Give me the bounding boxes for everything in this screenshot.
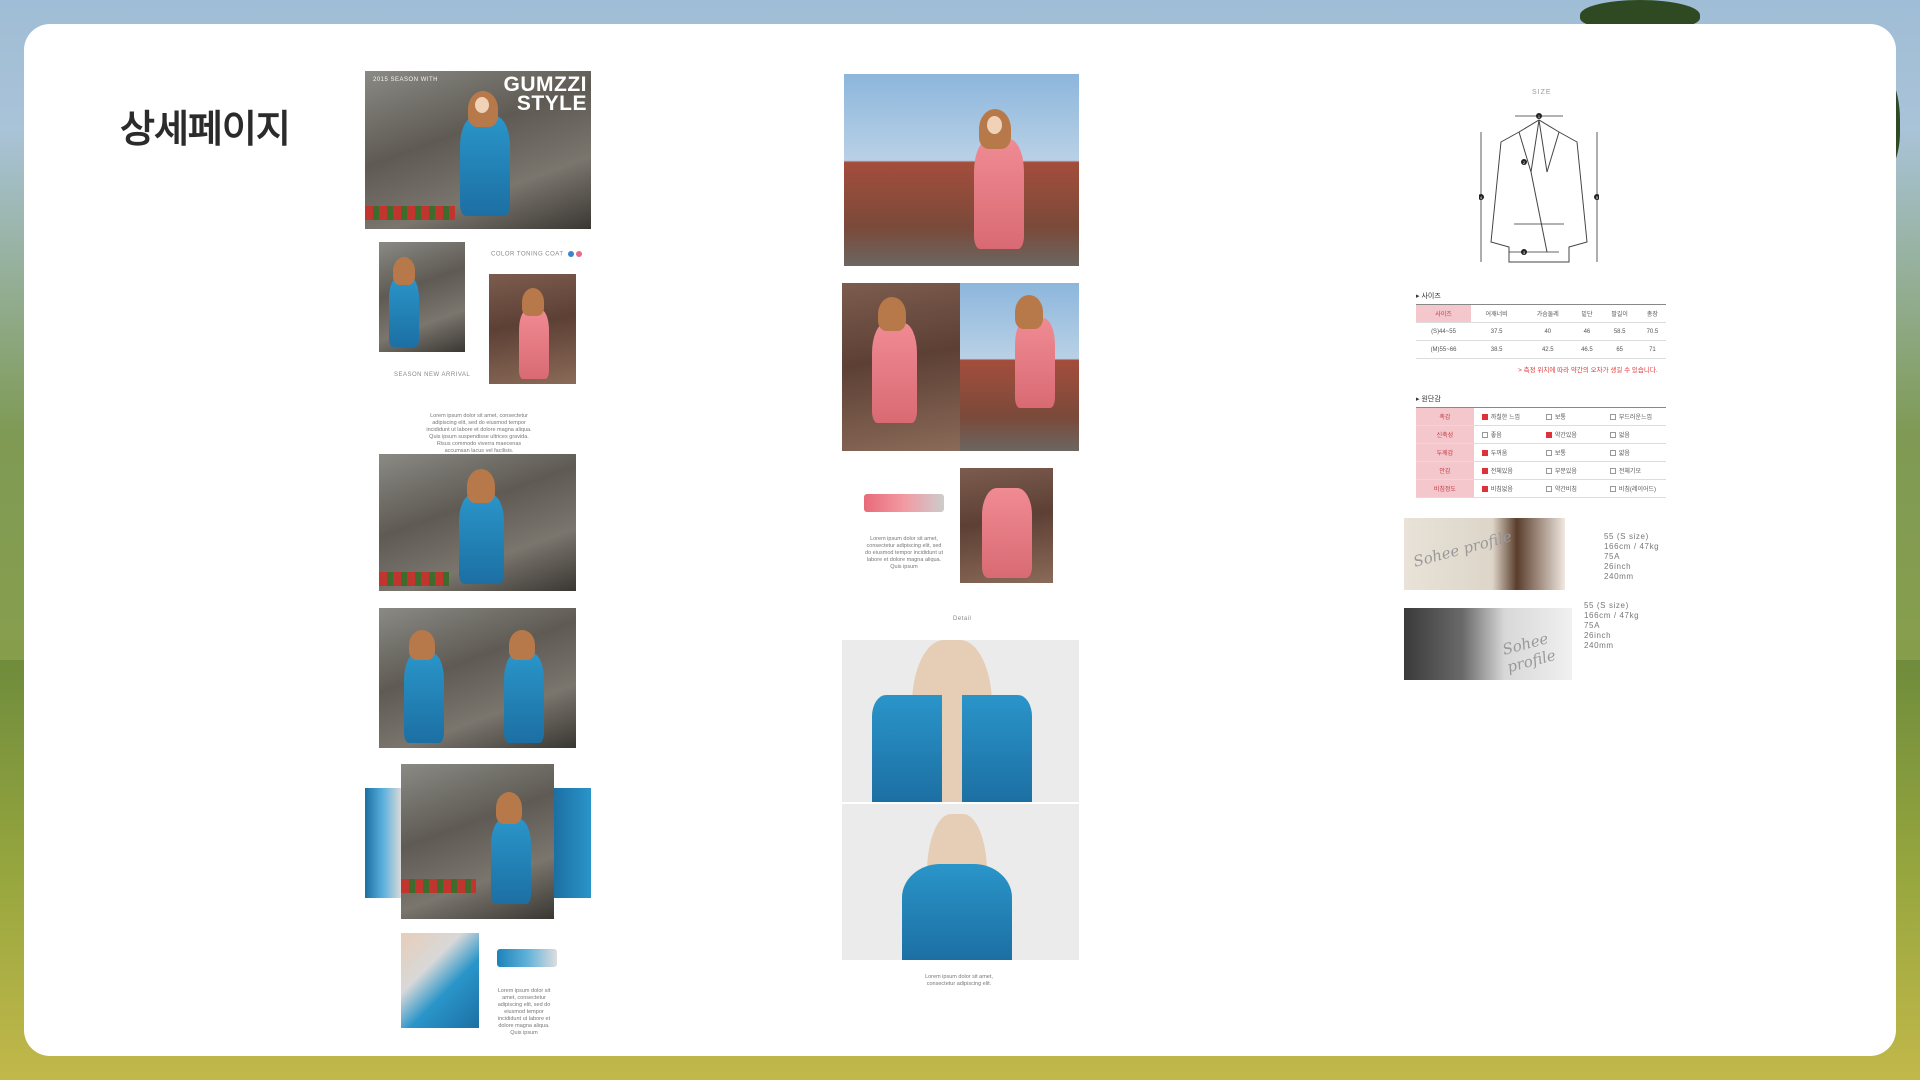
lookbook-photo-2: [379, 608, 576, 748]
color-dot-pink: [575, 251, 582, 257]
checkbox: [1545, 450, 1552, 457]
size-marker: 5: [1594, 194, 1599, 200]
size-marker: 3: [1521, 249, 1527, 255]
pink-coat-photo-right: [960, 283, 1079, 451]
checkbox: [1609, 432, 1616, 439]
brand-logo: GUMZZI STYLE: [503, 73, 587, 115]
detail-photo-side: [842, 804, 1079, 960]
size-table: 사이즈 어깨너비 가슴둘레 밑단 팔길이 총장 (S)44~55 37.5 40…: [1416, 304, 1666, 359]
checkbox: [1481, 432, 1488, 439]
size-marker: 4: [1479, 194, 1484, 200]
size-table-header: 사이즈 어깨너비 가슴둘레 밑단 팔길이 총장: [1416, 304, 1666, 323]
checkbox: [1609, 414, 1616, 421]
content-panel: 상세페이지 2015 SEASON WITH GUMZZI STYLE COLO…: [24, 24, 1896, 1056]
table-row: 두께감 두꺼움 보통 얇음: [1416, 443, 1666, 462]
pink-coat-photo-left: [842, 283, 960, 451]
color-label: COLOR TONING COAT: [491, 251, 582, 258]
model-info-1: 55 (S size) 166cm / 47kg 75A 26inch 240m…: [1604, 532, 1660, 581]
model-info-2: 55 (S size) 166cm / 47kg 75A 26inch 240m…: [1584, 601, 1640, 650]
checkbox: [1545, 414, 1552, 421]
season-label: SEASON NEW ARRIVAL: [394, 372, 471, 378]
fabric-label: ▸ 원단감: [1416, 396, 1441, 403]
size-title: SIZE: [1532, 89, 1552, 96]
hero-image: 2015 SEASON WITH GUMZZI STYLE: [365, 71, 591, 229]
checkbox: [1609, 468, 1616, 475]
checkbox: [1545, 468, 1552, 475]
table-row: (S)44~55 37.5 40 46 58.5 70.5: [1416, 322, 1666, 341]
table-row: 신축성 좋음 약간있음 없음: [1416, 425, 1666, 444]
checkbox-checked: [1481, 486, 1488, 493]
thumb-pink-coat: [489, 274, 576, 384]
pink-coat-closeup: [960, 468, 1053, 583]
size-note: > 측정 위치에 따라 약간의 오차가 생길 수 있습니다.: [1518, 367, 1658, 374]
page-title: 상세페이지: [120, 107, 291, 151]
checkbox-checked: [1545, 432, 1552, 439]
fabric-closeup-left: [365, 788, 401, 898]
checkbox: [1609, 450, 1616, 457]
table-row: 비침정도 비침없음 약간비침 비침(레이어드): [1416, 479, 1666, 498]
hero-subtitle: 2015 SEASON WITH: [373, 77, 439, 83]
lookbook-photo-3: [401, 764, 554, 919]
model-script-1: Sohee profile: [1411, 527, 1514, 571]
fabric-properties-table: 촉감 까칠한 느낌 보통 부드러운느낌 신축성 좋음 약간있음 없음 두께감 두…: [1416, 407, 1666, 498]
fabric-closeup-right: [554, 788, 591, 898]
coat-size-diagram: 1 2 3 4 5: [1479, 113, 1599, 263]
checkbox-checked: [1481, 468, 1488, 475]
size-table-label: ▸ 사이즈: [1416, 293, 1441, 300]
size-marker: 2: [1521, 159, 1527, 165]
checkbox: [1545, 486, 1552, 493]
checkbox-checked: [1481, 414, 1488, 421]
detail-photo-front: [842, 640, 1079, 802]
checkbox-checked: [1481, 450, 1488, 457]
detail-label: Detail: [953, 616, 972, 622]
pink-swatch: [864, 494, 944, 512]
table-row: (M)55~66 38.5 42.5 46.5 65 71: [1416, 340, 1666, 359]
table-row: 안감 전체있음 부분있음 전체기모: [1416, 461, 1666, 480]
model-profile-photo-2: Sohee profile: [1404, 608, 1572, 680]
detail-paragraph: Lorem ipsum dolor sit amet, consectetur …: [925, 974, 993, 987]
size-marker: 1: [1536, 113, 1542, 119]
intro-paragraph: Lorem ipsum dolor sit amet, consectetur …: [426, 413, 532, 454]
table-row: 촉감 까칠한 느낌 보통 부드러운느낌: [1416, 407, 1666, 426]
model-profile-photo-1: Sohee profile: [1404, 518, 1565, 590]
lookbook-photo-1: [379, 454, 576, 591]
swatch-paragraph-pink: Lorem ipsum dolor sit amet, consectetur …: [865, 536, 943, 570]
collar-closeup: [401, 933, 479, 1028]
swatch-paragraph-blue: Lorem ipsum dolor sit amet, consectetur …: [497, 988, 551, 1036]
thumb-blue-coat: [379, 242, 465, 352]
city-pink-coat-photo: [844, 74, 1079, 266]
model-script-2: Sohee profile: [1500, 629, 1558, 677]
blue-swatch: [497, 949, 557, 967]
checkbox: [1609, 486, 1616, 493]
color-dot-blue: [567, 251, 574, 257]
